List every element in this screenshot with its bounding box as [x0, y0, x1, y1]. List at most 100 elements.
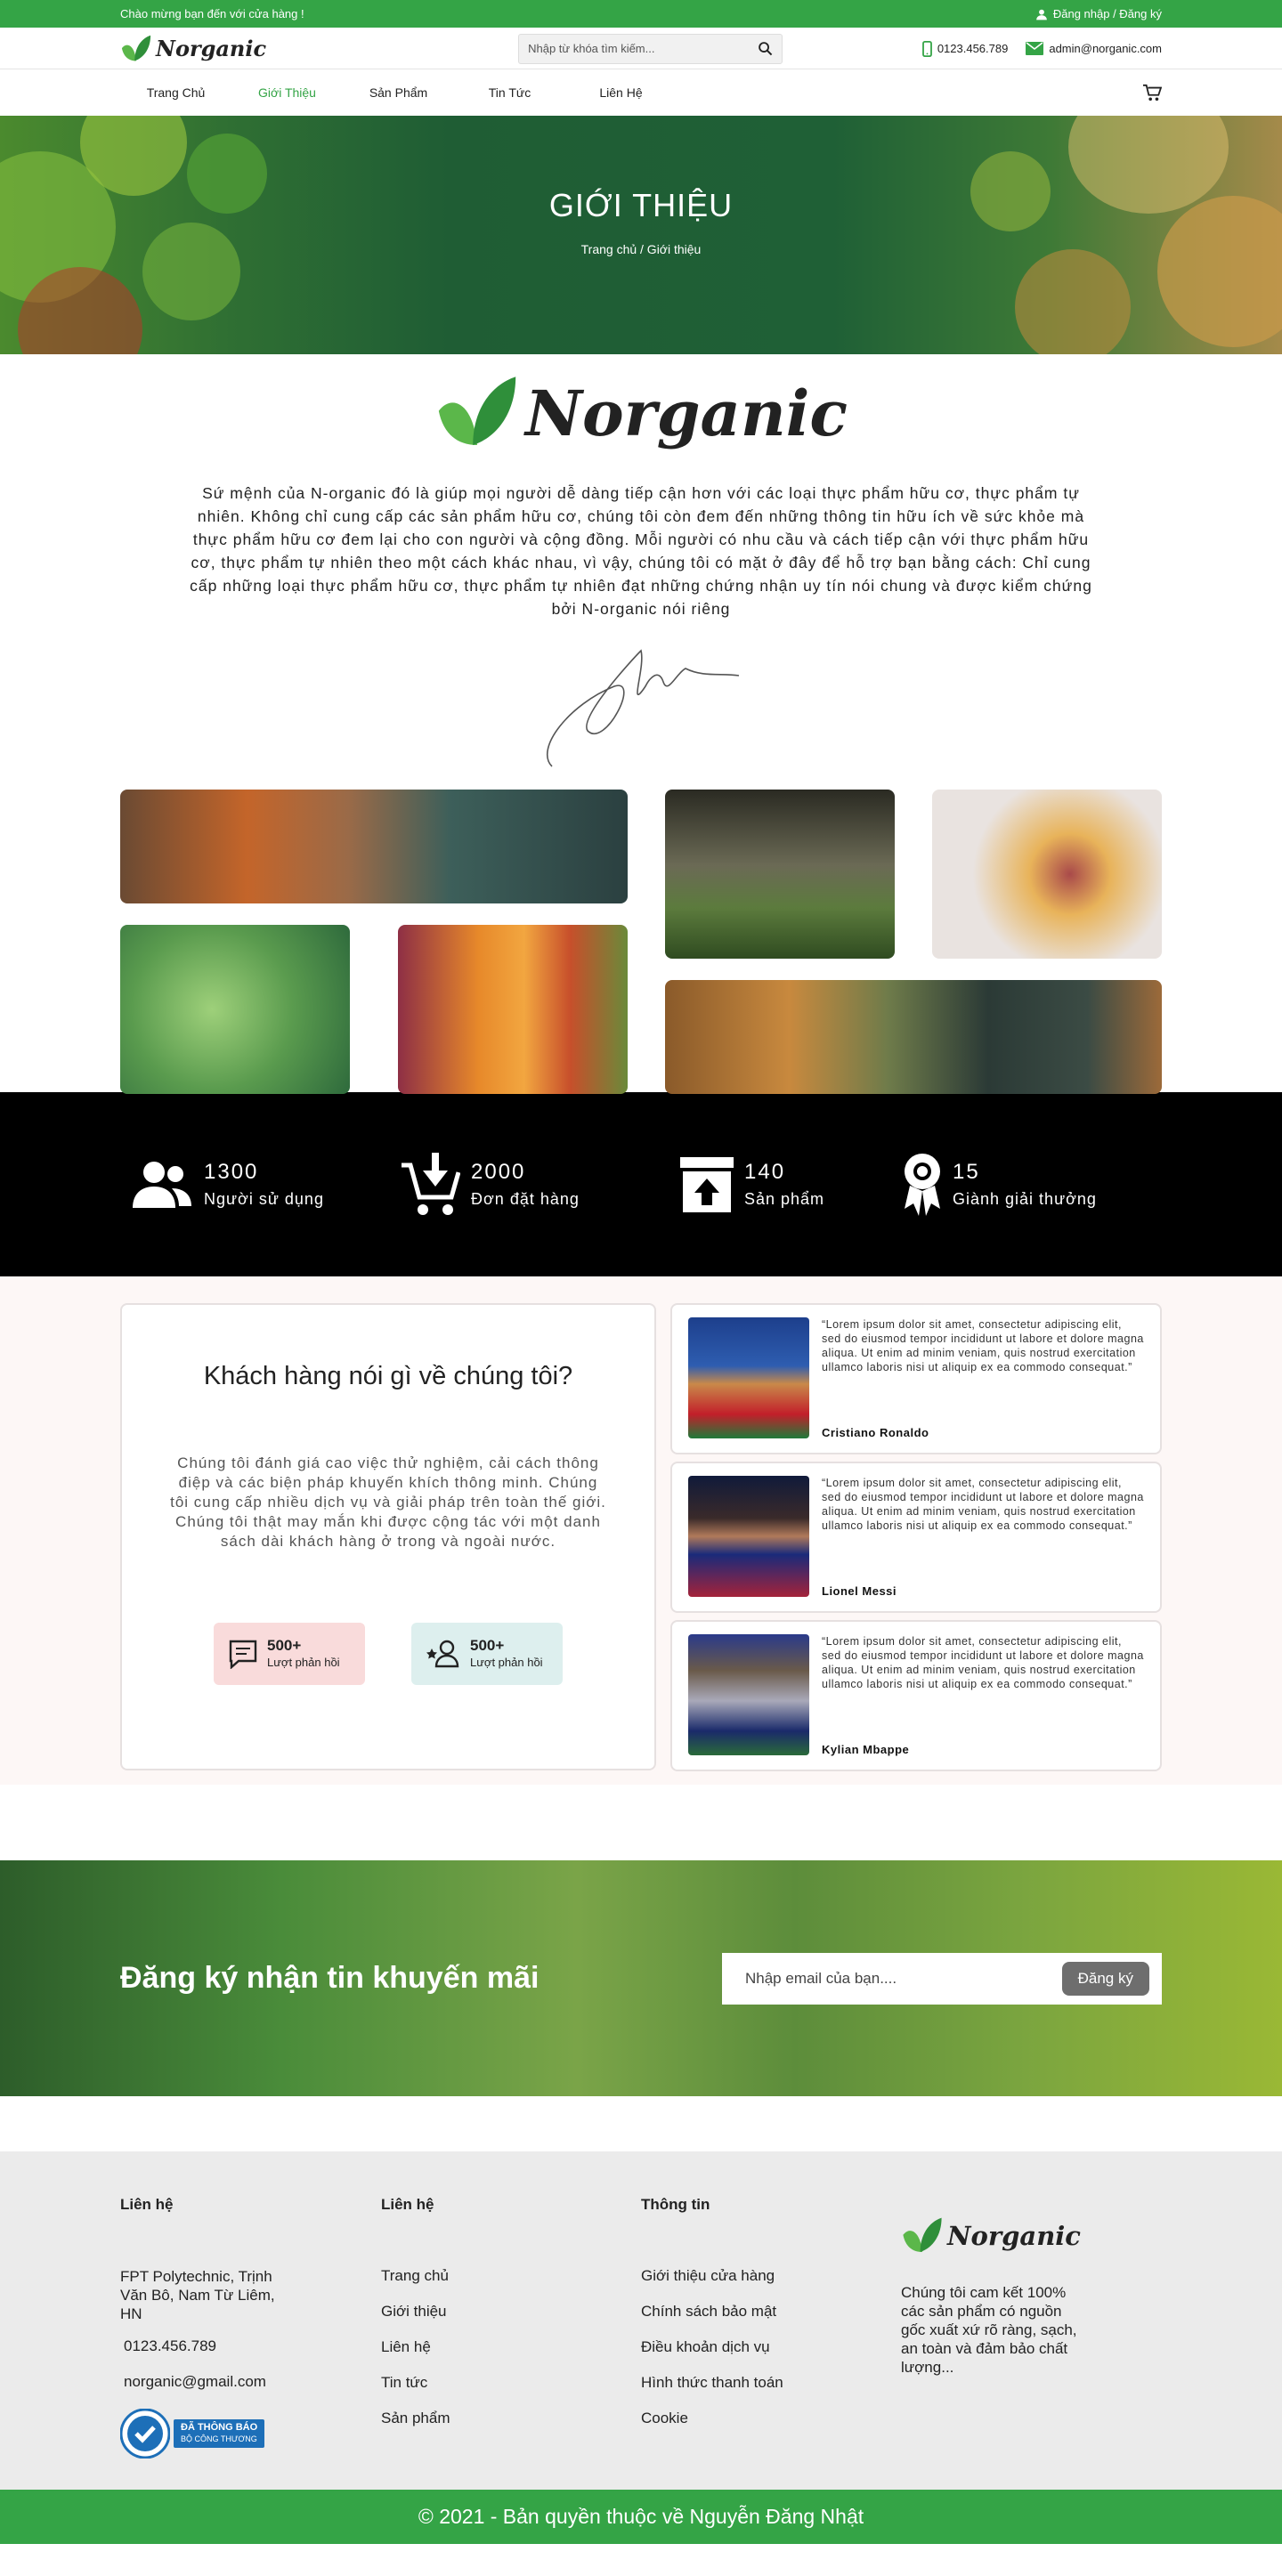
footer-links-title: Liên hệ [381, 2196, 434, 2213]
stat-awards-number: 15 [953, 1160, 980, 1184]
photo-carrots [120, 790, 628, 903]
stat-users-label: Người sử dụng [204, 1190, 324, 1208]
footer-phone[interactable]: 0123.456.789 [120, 2337, 381, 2355]
footer-link-privacy[interactable]: Chính sách bảo mật [641, 2303, 901, 2321]
footer-logo-text: Norganic [947, 2221, 1081, 2251]
testimonials-list: “Lorem ipsum dolor sit amet, consectetur… [670, 1303, 1162, 1771]
site-logo-text: Norganic [156, 36, 267, 61]
testimonial-card: “Lorem ipsum dolor sit amet, consectetur… [670, 1303, 1162, 1454]
testimonials-title: Khách hàng nói gì về chúng tôi? [203, 1362, 573, 1390]
stat-products-label: Sản phẩm [744, 1190, 825, 1208]
nav-item-home[interactable]: Trang Chủ [120, 85, 231, 100]
feedback-badge: 500+ Lượt phản hồi [214, 1623, 365, 1685]
stat-users: 1300 Người sử dụng [120, 1160, 387, 1210]
copyright-bar: © 2021 - Bản quyền thuộc về Nguyễn Đăng … [0, 2490, 1282, 2544]
header-phone-text: 0123.456.789 [937, 42, 1009, 55]
award-ribbon-icon [905, 1153, 940, 1216]
stat-awards-label: Giành giải thưởng [953, 1190, 1097, 1208]
rating-badge-label: Lượt phản hồi [470, 1656, 543, 1669]
testimonial-quote: “Lorem ipsum dolor sit amet, consectetur… [822, 1477, 1144, 1532]
footer: Liên hệ FPT Polytechnic, Trịnh Văn Bô, N… [0, 2151, 1282, 2490]
stat-orders-number: 2000 [471, 1160, 526, 1184]
cert-line-2: BỘ CÔNG THƯƠNG [181, 2434, 257, 2443]
testimonial-quote: “Lorem ipsum dolor sit amet, consectetur… [822, 1635, 1144, 1690]
footer-link-home[interactable]: Trang chủ [381, 2267, 641, 2285]
footer-links-column: Liên hệ Trang chủ Giới thiệu Liên hệ Tin… [381, 2196, 641, 2459]
subscribe-button[interactable]: Đăng ký [1061, 1961, 1149, 1996]
footer-link-terms[interactable]: Điều khoản dịch vụ [641, 2338, 901, 2356]
header-phone[interactable]: 0123.456.789 [921, 40, 1009, 57]
testimonial-quote: “Lorem ipsum dolor sit amet, consectetur… [822, 1318, 1144, 1373]
about-logo: Norganic [434, 372, 848, 454]
footer-about-column: Norganic Chúng tôi cam kết 100% các sản … [901, 2196, 1088, 2459]
testimonials-section: Khách hàng nói gì về chúng tôi? Chúng tô… [0, 1276, 1282, 1785]
footer-link-contact[interactable]: Liên hệ [381, 2338, 641, 2356]
stat-products-number: 140 [744, 1160, 786, 1184]
photo-watering [665, 790, 895, 959]
nav-item-news[interactable]: Tin Tức [454, 85, 565, 100]
rating-badge: 500+ Lượt phản hồi [411, 1623, 563, 1685]
users-icon [133, 1161, 191, 1208]
stat-orders: 2000 Đơn đặt hàng [387, 1152, 668, 1217]
cart-download-icon [402, 1152, 460, 1215]
footer-link-store-intro[interactable]: Giới thiệu cửa hàng [641, 2267, 901, 2285]
about-section: Norganic Sứ mệnh của N-organic đó là giú… [0, 354, 1282, 1094]
stat-users-number: 1300 [204, 1160, 259, 1184]
leaf-logo-icon [903, 2217, 942, 2252]
phone-icon [921, 40, 932, 57]
testimonial-name: Cristiano Ronaldo [822, 1426, 929, 1439]
cert-line-1: ĐÃ THÔNG BÁO [181, 2422, 258, 2433]
stats-section: 1300 Người sử dụng 2000 Đơn đặt hàng 140 Sả… [0, 1092, 1282, 1276]
footer-address: FPT Polytechnic, Trịnh Văn Bô, Nam Từ Li… [120, 2268, 275, 2322]
photo-sliced-vegetables [932, 790, 1162, 959]
account-link[interactable]: Đăng nhập / Đăng ký [1035, 7, 1162, 20]
photo-cabbage [120, 925, 350, 1094]
shopping-cart-icon[interactable] [1142, 84, 1162, 101]
search-icon[interactable] [758, 41, 773, 56]
footer-link-cookie[interactable]: Cookie [641, 2410, 901, 2427]
footer-logo[interactable]: Norganic [901, 2216, 1088, 2256]
page-banner: GIỚI THIỆU Trang chủ / Giới thiệu [0, 116, 1282, 354]
header-contact: 0123.456.789 admin@norganic.com [921, 40, 1162, 57]
site-logo[interactable]: Norganic [120, 34, 266, 64]
main-nav: Trang Chủ Giới Thiệu Sản Phẩm Tin Tức Li… [0, 69, 1282, 116]
chat-bubble-icon [229, 1640, 257, 1669]
account-link-label: Đăng nhập / Đăng ký [1052, 7, 1162, 20]
photo-market-carrots [398, 925, 628, 1094]
footer-contact-column: Liên hệ FPT Polytechnic, Trịnh Văn Bô, N… [120, 2196, 381, 2459]
footer-link-products[interactable]: Sản phẩm [381, 2410, 641, 2427]
top-bar: Chào mừng bạn đến với cửa hàng ! Đăng nh… [0, 0, 1282, 28]
footer-link-news[interactable]: Tin tức [381, 2374, 641, 2392]
footer-about-text: Chúng tôi cam kết 100% các sản phẩm có n… [901, 2284, 1077, 2376]
search-input[interactable]: Nhập từ khóa tìm kiếm... [518, 33, 783, 64]
nav-item-products[interactable]: Sản Phẩm [343, 85, 454, 100]
stat-awards: 15 Giành giải thưởng [890, 1152, 1140, 1218]
leaf-logo-icon [121, 35, 151, 61]
footer-info-column: Thông tin Giới thiệu cửa hàng Chính sách… [641, 2196, 901, 2459]
nav-item-about[interactable]: Giới Thiệu [231, 85, 343, 100]
footer-link-payment[interactable]: Hình thức thanh toán [641, 2374, 901, 2392]
feedback-badge-label: Lượt phản hồi [267, 1656, 340, 1669]
testimonial-card: “Lorem ipsum dolor sit amet, consectetur… [670, 1462, 1162, 1613]
avatar [688, 1634, 809, 1755]
breadcrumb[interactable]: Trang chủ / Giới thiệu [0, 242, 1282, 256]
photo-gallery [120, 790, 1162, 1094]
leaf-logo-icon [438, 377, 516, 445]
user-icon [1036, 9, 1047, 20]
signature-drawing [547, 649, 740, 767]
footer-link-about[interactable]: Giới thiệu [381, 2303, 641, 2321]
testimonial-name: Lionel Messi [822, 1584, 897, 1598]
ministry-certification-badge[interactable]: ĐÃ THÔNG BÁO BỘ CÔNG THƯƠNG [120, 2409, 381, 2459]
footer-email[interactable]: norganic@gmail.com [120, 2373, 381, 2391]
testimonial-card: “Lorem ipsum dolor sit amet, consectetur… [670, 1620, 1162, 1771]
feedback-badge-number: 500+ [267, 1637, 302, 1654]
newsletter-title: Đăng ký nhận tin khuyến mãi [120, 1961, 540, 1995]
mission-text: Sứ mệnh của N-organic đó là giúp mọi ngư… [190, 484, 1092, 618]
nav-item-contact[interactable]: Liên Hệ [565, 85, 677, 100]
check-seal-icon [120, 2409, 170, 2459]
header-email[interactable]: admin@norganic.com [1026, 41, 1162, 57]
header-email-text: admin@norganic.com [1049, 42, 1162, 55]
testimonials-intro: Khách hàng nói gì về chúng tôi? Chúng tô… [120, 1303, 656, 1770]
avatar [688, 1476, 809, 1597]
newsletter-email-input[interactable]: Nhập email của bạn.... [745, 1970, 897, 1988]
